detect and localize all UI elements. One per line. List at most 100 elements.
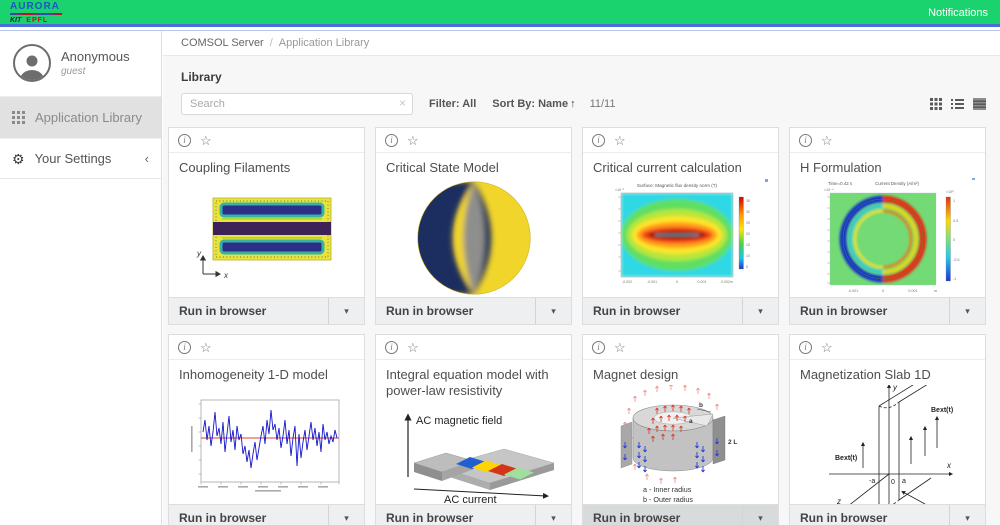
time-label: Time=0.42 s	[828, 181, 853, 186]
run-in-browser-button[interactable]: Run in browser ▾	[583, 297, 778, 324]
x-tick: 0	[676, 280, 678, 284]
x-tick: -0.001	[847, 289, 858, 293]
axis-y-label: y	[196, 249, 202, 258]
run-options-dropdown[interactable]: ▾	[328, 505, 364, 525]
view-mode-switcher	[930, 98, 986, 110]
run-in-browser-button[interactable]: Run in browser ▾	[790, 504, 985, 525]
favorite-star-icon[interactable]: ☆	[614, 341, 626, 354]
favorite-star-icon[interactable]: ☆	[821, 341, 833, 354]
app-card-magnet-design: i ☆ Magnet design	[582, 334, 779, 525]
favorite-star-icon[interactable]: ☆	[200, 134, 212, 147]
axis-x-label: x	[223, 271, 229, 280]
sort-ascending-icon: ↑	[570, 98, 576, 110]
run-options-dropdown[interactable]: ▾	[949, 298, 985, 324]
run-in-browser-button[interactable]: Run in browser ▾	[376, 504, 571, 525]
cb-tick: 0	[953, 238, 955, 242]
cb-tick: 25	[746, 221, 750, 225]
favorite-star-icon[interactable]: ☆	[614, 134, 626, 147]
x-tick: -0.001	[646, 280, 656, 284]
x-tick: 0.001	[908, 289, 918, 293]
app-thumbnail: y x z -a 0 a Bext(t) Bext(t) HTS slab	[790, 385, 985, 504]
info-icon[interactable]: i	[385, 134, 398, 147]
sort-control[interactable]: Sort By: Name↑	[492, 98, 575, 110]
app-title: Critical current calculation	[583, 153, 778, 178]
app-thumbnail: y x	[169, 178, 364, 297]
app-title: Integral equation model with power-law r…	[376, 360, 571, 402]
app-title: Magnet design	[583, 360, 778, 385]
grid-icon	[12, 111, 25, 124]
logo-tagline-bar	[10, 13, 62, 15]
cb-tick: 20	[746, 232, 750, 236]
ac-magnetic-field-label: AC magnetic field	[416, 415, 502, 427]
search-input[interactable]	[181, 93, 413, 115]
favorite-star-icon[interactable]: ☆	[200, 341, 212, 354]
breadcrumb-application-library: Application Library	[279, 37, 370, 49]
fig-b-label: b	[699, 402, 703, 409]
gear-icon: ⚙	[12, 152, 25, 166]
zero-label: 0	[891, 479, 895, 486]
breadcrumb-comsol-server[interactable]: COMSOL Server	[181, 37, 264, 49]
top-bar: AURORA KIT EPFL Notifications	[0, 0, 1000, 27]
filter-control[interactable]: Filter: All	[429, 98, 476, 110]
avatar	[13, 44, 51, 82]
run-options-dropdown[interactable]: ▾	[742, 505, 778, 525]
run-options-dropdown[interactable]: ▾	[328, 298, 364, 324]
info-icon[interactable]: i	[799, 341, 812, 354]
breadcrumb-separator: /	[270, 37, 273, 49]
cb-tick: 1	[953, 199, 955, 203]
page-title: Library	[181, 70, 1000, 84]
cb-exp-label: ×10⁸	[946, 190, 954, 194]
app-thumbnail: Surface: Magnetic flux density norm (T) …	[583, 178, 778, 297]
run-options-dropdown[interactable]: ▾	[949, 505, 985, 525]
run-in-browser-button[interactable]: Run in browser ▾	[583, 504, 778, 525]
detail-view-icon[interactable]	[973, 98, 986, 110]
favorite-star-icon[interactable]: ☆	[821, 134, 833, 147]
notifications-link[interactable]: Notifications	[928, 7, 988, 19]
app-card-h-formulation: i ☆ H Formulation Time=0.42 s	[789, 127, 986, 325]
sidebar-item-label: Your Settings	[35, 151, 112, 166]
app-title: Critical State Model	[376, 153, 571, 178]
app-thumbnail: Time=0.42 s Current Density (A/m²) ×10⁻⁴	[790, 178, 985, 297]
x-tick: 0.002m	[721, 280, 733, 284]
run-in-browser-button[interactable]: Run in browser ▾	[169, 297, 364, 324]
info-icon[interactable]: i	[385, 341, 398, 354]
minus-a-label: -a	[869, 478, 875, 485]
info-icon[interactable]: i	[592, 341, 605, 354]
axis-z-label: z	[836, 497, 841, 504]
app-thumbnail: b a 2 L a - Inner radius b - Outer radiu…	[583, 385, 778, 504]
info-icon[interactable]: i	[178, 134, 191, 147]
user-role: guest	[61, 66, 130, 77]
x-tick: 0.001	[697, 280, 706, 284]
info-icon[interactable]: i	[799, 134, 812, 147]
y-exp-label: ×10⁻³	[615, 188, 625, 192]
a-label: a	[902, 478, 906, 485]
list-view-icon[interactable]	[951, 98, 964, 110]
legend-inner-radius: a - Inner radius	[643, 485, 692, 494]
run-options-dropdown[interactable]: ▾	[535, 298, 571, 324]
logo-epfl-text: EPFL	[26, 17, 48, 24]
run-options-dropdown[interactable]: ▾	[742, 298, 778, 324]
ac-current-label: AC current	[444, 494, 497, 504]
collapse-chevron-icon[interactable]: ‹	[145, 151, 149, 166]
clear-search-icon[interactable]: ×	[399, 96, 406, 110]
run-options-dropdown[interactable]: ▾	[535, 505, 571, 525]
favorite-star-icon[interactable]: ☆	[407, 341, 419, 354]
user-block: Anonymous guest	[0, 31, 161, 97]
sidebar-item-application-library[interactable]: Application Library	[0, 97, 161, 138]
result-count: 11/11	[590, 98, 616, 110]
library-toolbar: × Filter: All Sort By: Name↑ 11/11	[181, 93, 986, 115]
run-in-browser-button[interactable]: Run in browser ▾	[169, 504, 364, 525]
run-in-browser-button[interactable]: Run in browser ▾	[790, 297, 985, 324]
info-icon[interactable]: i	[178, 341, 191, 354]
cb-tick: 15	[746, 243, 750, 247]
app-card-integral-equation-model: i ☆ Integral equation model with power-l…	[375, 334, 572, 525]
info-icon[interactable]: i	[592, 134, 605, 147]
run-in-browser-button[interactable]: Run in browser ▾	[376, 297, 571, 324]
app-card-magnetization-slab-1d: i ☆ Magnetization Slab 1D	[789, 334, 986, 525]
cb-tick: 0.5	[953, 219, 958, 223]
favorite-star-icon[interactable]: ☆	[407, 134, 419, 147]
grid-view-icon[interactable]	[930, 98, 942, 110]
user-name: Anonymous	[61, 49, 130, 64]
sort-label: Sort By: Name	[492, 98, 568, 110]
sidebar-item-your-settings[interactable]: ⚙ Your Settings ‹	[0, 138, 161, 179]
